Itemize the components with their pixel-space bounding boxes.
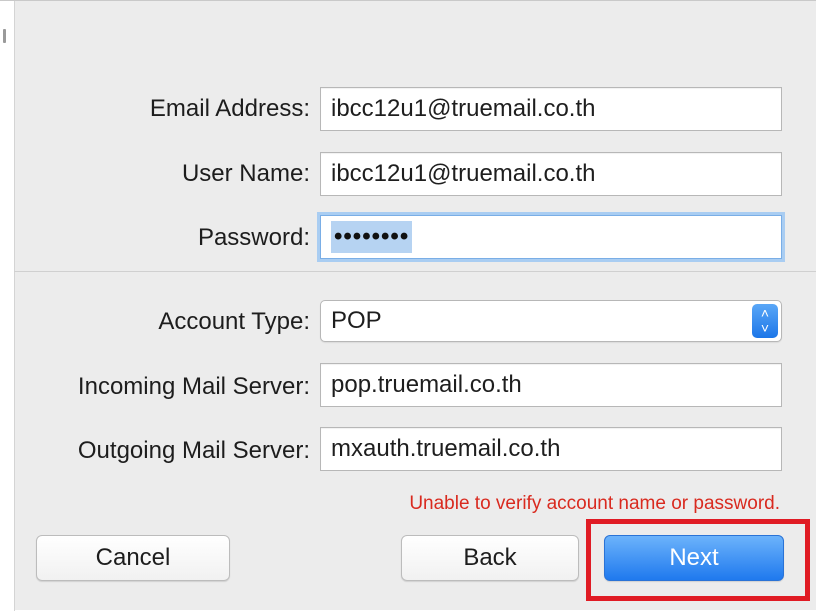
account-setup-sheet: Email Address: ibcc12u1@truemail.co.th U…: [0, 0, 816, 611]
incoming-server-value: pop.truemail.co.th: [331, 371, 522, 398]
email-label: Email Address:: [149, 95, 310, 122]
outgoing-server-label: Outgoing Mail Server:: [77, 437, 310, 464]
outgoing-server-value: mxauth.truemail.co.th: [331, 435, 561, 462]
password-field[interactable]: ••••••••: [320, 215, 782, 259]
resize-handle-icon: [3, 29, 6, 43]
email-field[interactable]: ibcc12u1@truemail.co.th: [320, 87, 782, 131]
incoming-server-label: Incoming Mail Server:: [77, 373, 310, 400]
password-value: ••••••••: [331, 221, 413, 253]
cancel-button[interactable]: Cancel: [36, 535, 230, 581]
window-edge: [0, 1, 15, 611]
next-button-highlight: [586, 519, 810, 601]
username-field[interactable]: ibcc12u1@truemail.co.th: [320, 152, 782, 196]
back-button[interactable]: Back: [401, 535, 579, 581]
outgoing-server-field[interactable]: mxauth.truemail.co.th: [320, 427, 782, 471]
username-label: User Name:: [181, 160, 310, 187]
section-divider: [14, 271, 816, 272]
chevron-up-down-icon: ˄ ˅: [752, 304, 778, 338]
password-label: Password:: [197, 224, 310, 251]
incoming-server-field[interactable]: pop.truemail.co.th: [320, 363, 782, 407]
account-type-select[interactable]: POP ˄ ˅: [320, 300, 782, 342]
username-value: ibcc12u1@truemail.co.th: [331, 160, 596, 187]
account-type-value: POP: [331, 307, 382, 334]
account-type-label: Account Type:: [158, 308, 310, 335]
error-message: Unable to verify account name or passwor…: [409, 493, 780, 514]
